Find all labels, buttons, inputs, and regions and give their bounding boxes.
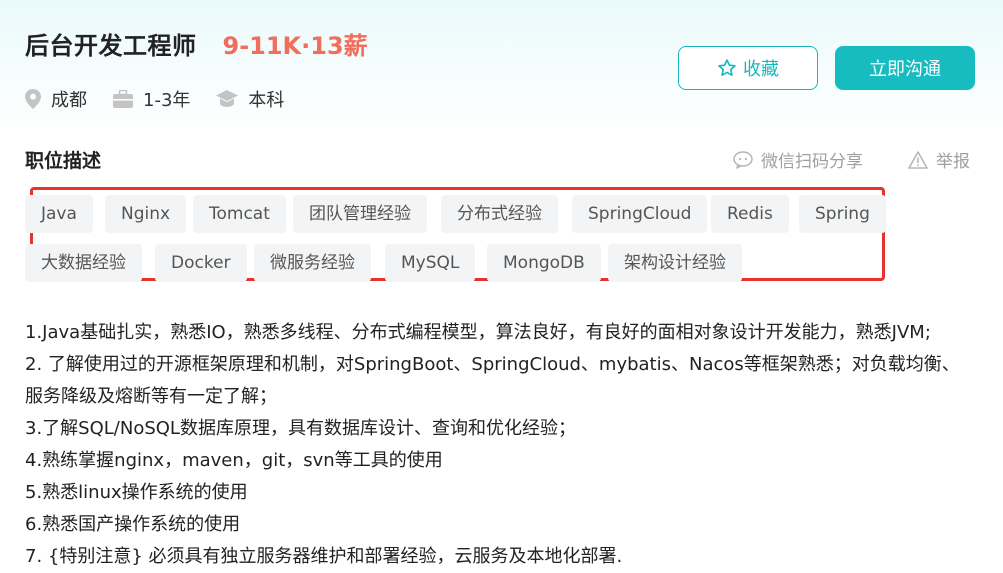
degree-label: 本科 [248,90,285,111]
skill-tag[interactable]: 团队管理经验 [293,195,427,233]
job-title-row: 后台开发工程师 9-11K·13薪 [25,26,368,61]
skill-tag[interactable]: Nginx [105,195,187,233]
favorite-button[interactable]: 收藏 [678,46,818,90]
section-title: 职位描述 [25,150,102,172]
meta-degree: 本科 [216,86,284,112]
location-pin-icon [25,89,41,109]
warning-icon [908,150,928,169]
skill-tag[interactable]: Spring [799,195,886,233]
favorite-label: 收藏 [743,59,779,80]
description-line: 7. {特别注意} 必须具有独立服务器维护和部署经验，云服务及本地化部署. [25,546,623,567]
report-label: 举报 [936,152,970,172]
chat-now-button[interactable]: 立即沟通 [835,46,975,90]
skill-tag[interactable]: 大数据经验 [25,244,142,282]
skill-tag[interactable]: Docker [155,244,247,282]
job-detail-page: 后台开发工程师 9-11K·13薪 成都 1-3年 本科 收藏 立即沟通 职位描… [0,0,1003,570]
graduation-cap-icon [216,90,239,107]
description-line: 3.了解SQL/NoSQL数据库原理，具有数据库设计、查询和优化经验； [25,418,576,439]
skill-tag[interactable]: Java [25,195,93,233]
description-line: 5.熟悉linux操作系统的使用 [25,482,248,503]
experience-label: 1-3年 [143,90,191,111]
meta-city: 成都 [25,86,87,112]
description-line: 2. 了解使用过的开源框架原理和机制，对SpringBoot、SpringClo… [25,354,960,375]
skill-tag[interactable]: 架构设计经验 [608,244,742,282]
description-line: 6.熟悉国产操作系统的使用 [25,514,241,535]
skill-tag[interactable]: MongoDB [487,244,601,282]
skill-tag[interactable]: 微服务经验 [254,244,371,282]
skill-tag[interactable]: MySQL [385,244,476,282]
meta-experience: 1-3年 [113,86,190,112]
report-link[interactable]: 举报 [908,147,970,172]
description-line: 1.Java基础扎实，熟悉IO，熟悉多线程、分布式编程模型，算法良好，有良好的面… [25,322,931,343]
skill-tag[interactable]: Redis [711,195,789,233]
wechat-icon [733,150,753,169]
briefcase-icon [113,90,133,108]
job-meta: 成都 1-3年 本科 [25,86,310,112]
wechat-share-link[interactable]: 微信扫码分享 [733,147,863,172]
city-label: 成都 [51,90,87,111]
skill-tag[interactable]: Tomcat [193,195,286,233]
share-label: 微信扫码分享 [761,152,863,172]
skill-tag[interactable]: SpringCloud [572,195,708,233]
chat-now-label: 立即沟通 [869,59,941,80]
salary: 9-11K·13薪 [222,32,368,60]
description-line: 服务降级及熔断等有一定了解； [25,386,277,407]
description-line: 4.熟练掌握nginx，maven，git，svn等工具的使用 [25,450,443,471]
star-icon [718,59,736,76]
job-title: 后台开发工程师 [25,32,197,60]
skill-tag[interactable]: 分布式经验 [441,195,558,233]
job-description: 1.Java基础扎实，熟悉IO，熟悉多线程、分布式编程模型，算法良好，有良好的面… [25,317,985,573]
